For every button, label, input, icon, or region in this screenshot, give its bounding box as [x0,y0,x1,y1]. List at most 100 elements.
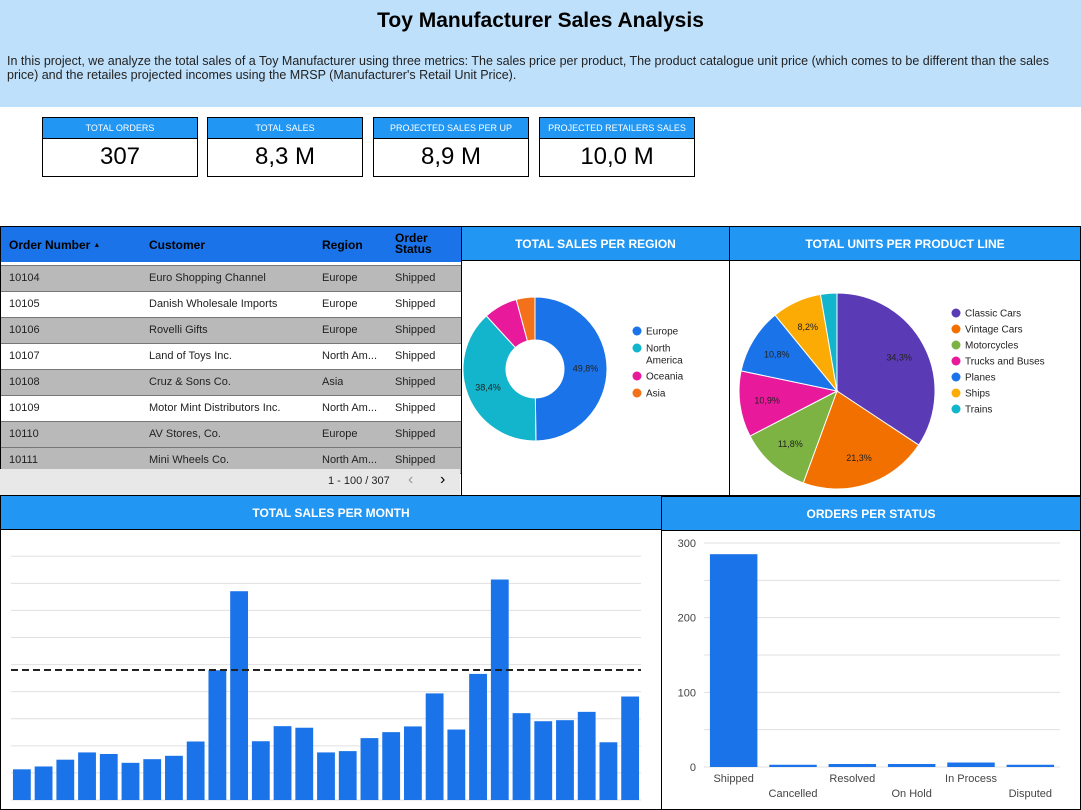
legend-label: Motorcycles [965,341,1018,352]
y-tick-label: 0 [690,762,696,774]
y-tick-label: 200 [678,613,696,625]
column-header-order-status[interactable]: Order Status [395,232,432,255]
legend-swatch [632,343,642,353]
table-row[interactable]: 10107 Land of Toys Inc. North Am... Shipped [1,344,461,370]
kpi-card-total-sales: TOTAL SALES 8,3 M [207,117,363,177]
legend-label: Ships [965,389,990,400]
legend-label: Planes [965,373,996,384]
data-label: 21,3% [846,453,872,463]
kpi-card-projected-retailers-sales: PROJECTED RETAILERS SALES 10,0 M [539,117,695,177]
region-donut-chart: 49,8% 38,4% Europe NorthAmerica Oceania Asia [462,296,684,442]
bar [469,673,487,800]
table-row[interactable]: 10104 Euro Shopping Channel Europe Shipped [1,266,461,292]
legend-swatch [951,372,961,382]
cell-customer: Cruz & Sons Co. [149,376,231,388]
data-label: 11,8% [778,439,803,449]
cell-region: Asia [322,376,344,388]
x-tick-label: Shipped [713,773,753,785]
cell-customer: AV Stores, Co. [149,428,221,440]
cell-order-number: 10107 [9,350,40,362]
cell-region: North Am... [322,350,378,362]
cell-order-number: 10104 [9,272,40,284]
legend-swatch [632,388,642,398]
legend-swatch [951,404,961,414]
orders-table: Order Number ▲ Customer Region Order Statu… [0,226,462,496]
bar [251,741,270,800]
table-row[interactable]: 10110 AV Stores, Co. Europe Shipped [1,422,461,448]
kpi-value: 8,3 M [254,143,316,170]
cell-order-status: Shipped [395,376,436,388]
bar [99,753,118,800]
bar [887,764,936,767]
cell-order-status: Shipped [395,350,436,362]
bar [556,720,574,800]
x-tick-label: In Process [945,773,997,785]
data-label: 38,4% [475,383,501,393]
data-label: 8,2% [798,322,819,332]
bar [425,693,444,800]
pagination-label: 1 - 100 / 307 [328,475,390,487]
legend-label: Europe [646,327,679,338]
bar [599,742,618,800]
chart-title: TOTAL UNITS PER PRODUCT LINE [730,227,1080,261]
legend-swatch [951,308,961,318]
page-description: In this project, we analyze the total sa… [7,54,1049,82]
bar [317,752,335,800]
data-label: 10,9% [754,396,780,406]
bar [828,764,877,767]
legend-label: Trains [965,405,992,416]
cell-customer: Mini Wheels Co. [149,454,230,466]
legend-label: North [646,344,670,355]
bar [512,713,531,800]
kpi-card-total-orders: TOTAL ORDERS 307 [42,117,198,177]
bar [360,738,379,800]
cell-order-number: 10106 [9,324,40,336]
bar [490,579,509,800]
bar [709,554,758,767]
bar [338,751,357,800]
region-chart-panel: TOTAL SALES PER REGION 49,8% 38,4% Europe N… [461,226,730,496]
cell-order-status: Shipped [395,272,436,284]
kpi-value: 10,0 M [580,143,654,170]
chevron-left-icon[interactable]: ‹ [408,471,413,489]
table-header: Order Number ▲ Customer Region Order Statu… [1,227,461,262]
cell-customer: Motor Mint Distributors Inc. [149,402,281,414]
sort-ascending-icon[interactable]: ▲ [93,242,100,249]
bar [34,766,53,800]
kpi-label: PROJECTED RETAILERS SALES [540,118,694,139]
column-header-customer[interactable]: Customer [149,238,205,252]
column-header-region[interactable]: Region [322,238,363,252]
kpi-label: TOTAL SALES [208,118,362,139]
column-header-order-number[interactable]: Order Number ▲ [9,238,100,252]
table-row[interactable]: 10108 Cruz & Sons Co. Asia Shipped [1,370,461,396]
cell-region: North Am... [322,454,378,466]
legend-swatch [951,356,961,366]
legend-swatch [632,326,642,336]
table-body[interactable]: 10103Baane Mini ImportsEuropeShipped1010… [1,262,461,495]
status-chart-panel: ORDERS PER STATUS 0 100 200 300 Shipped Cance… [661,496,1081,810]
chart-title: ORDERS PER STATUS [662,497,1080,531]
bar [230,591,249,800]
cell-order-number: 10111 [9,454,38,466]
orders-status-bar-chart: 0 100 200 300 Shipped Cancelled Resolved On Hol… [678,538,1060,800]
legend-label: Oceania [646,372,684,383]
table-row[interactable]: 10105 Danish Wholesale Imports Europe Shipp… [1,292,461,318]
bar [621,696,640,800]
monthly-sales-bar-chart [11,555,641,801]
bar [56,759,75,800]
product-line-chart-panel: TOTAL UNITS PER PRODUCT LINE 34,3% 21,3% 1… [729,226,1081,496]
table-row[interactable]: 10109 Motor Mint Distributors Inc. North A… [1,396,461,422]
bar [121,762,140,800]
cell-order-number: 10105 [9,298,40,310]
legend-label: Trucks and Buses [965,357,1045,368]
cell-order-status: Shipped [395,324,436,336]
bar [78,752,96,800]
page-title: Toy Manufacturer Sales Analysis [377,9,704,32]
table-row[interactable]: 10106 Rovelli Gifts Europe Shipped [1,318,461,344]
bar [1006,764,1055,767]
legend-label: America [646,356,683,367]
kpi-label: TOTAL ORDERS [43,118,197,139]
chevron-right-icon[interactable]: › [440,471,445,489]
bar [165,755,183,800]
legend-swatch [951,388,961,398]
